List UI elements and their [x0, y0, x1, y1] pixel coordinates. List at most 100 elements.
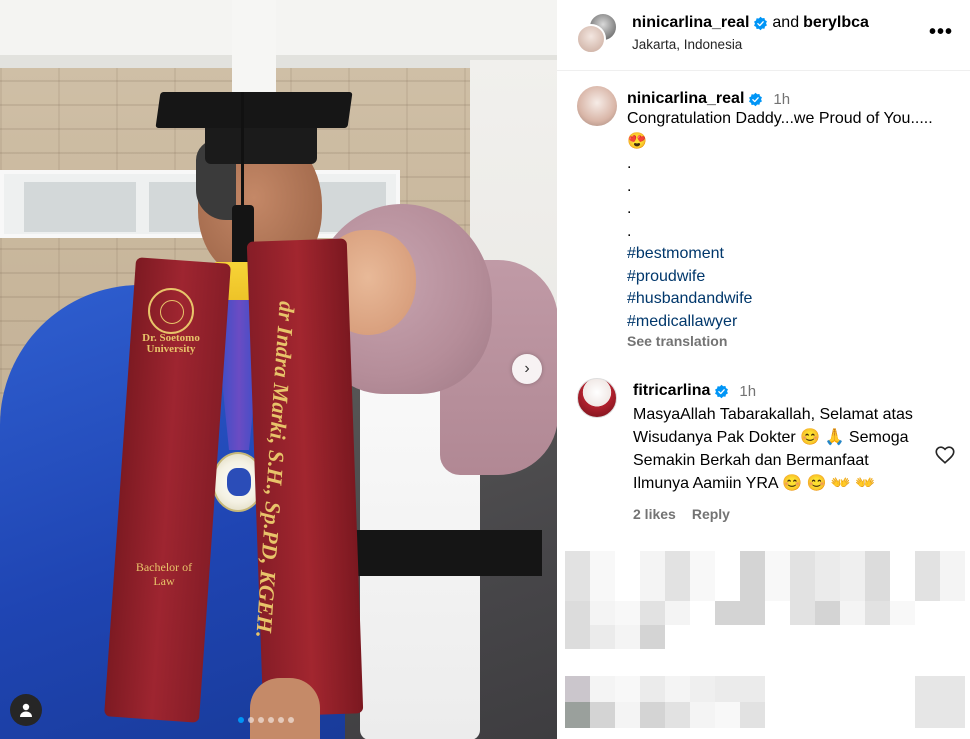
verified-badge-icon: [749, 92, 763, 106]
blur-pixel: [690, 601, 715, 625]
comment-header: fitricarlina 1h: [633, 382, 915, 400]
blur-pixel: [590, 601, 615, 625]
post-side-panel: ninicarlina_real and berylbca Jakarta, I…: [557, 0, 970, 739]
blur-pixel: [715, 702, 740, 728]
verified-badge-icon: [754, 16, 768, 30]
blur-pixel: [865, 601, 890, 625]
caption-header: ninicarlina_real 1h: [627, 90, 967, 108]
blur-pixel: [740, 676, 765, 702]
blur-pixel: [615, 601, 640, 625]
blur-pixel: [640, 676, 665, 702]
blur-pixel: [615, 625, 640, 649]
username-link[interactable]: ninicarlina_real: [627, 90, 744, 108]
stole-degree-text: Bachelor of Law: [135, 560, 193, 588]
carousel-dot-active: [238, 717, 244, 723]
caption-dot: .: [627, 200, 632, 217]
caption-dot: .: [627, 177, 632, 195]
collab-avatars[interactable]: [576, 12, 620, 56]
tassel-cord: [241, 92, 244, 212]
comment-body: fitricarlina 1h MasyaAllah Tabarakallah,…: [633, 382, 915, 522]
blur-pixel: [740, 702, 765, 728]
blur-pixel: [840, 551, 865, 601]
username-link[interactable]: fitricarlina: [633, 382, 710, 400]
likes-count[interactable]: 2 likes: [633, 506, 676, 522]
blur-pixel: [765, 601, 790, 625]
white-pillar: [232, 0, 276, 100]
hashtag-link[interactable]: #medicallawyer: [627, 311, 967, 334]
post-header: ninicarlina_real and berylbca Jakarta, I…: [557, 0, 970, 71]
blur-pixel: [565, 676, 590, 702]
blur-pixel: [690, 676, 715, 702]
blur-pixel: [715, 601, 740, 625]
university-seal: [148, 288, 194, 334]
blur-pixel: [890, 601, 915, 625]
next-slide-button[interactable]: ›: [512, 354, 542, 384]
blur-pixel: [590, 625, 615, 649]
blurred-comments: [565, 543, 970, 739]
comment-actions: 2 likes Reply: [633, 506, 915, 522]
user-tag-icon: [20, 703, 32, 717]
blur-pixel: [590, 702, 615, 728]
blur-pixel: [740, 601, 765, 625]
carousel-dot: [268, 717, 274, 723]
caption-body: ninicarlina_real 1h Congratulation Daddy…: [627, 90, 967, 349]
blur-pixel: [890, 551, 915, 601]
blur-pixel: [665, 601, 690, 625]
caption-text: Congratulation Daddy...we Proud of You..…: [627, 110, 933, 127]
blur-pixel: [690, 702, 715, 728]
blur-pixel: [590, 676, 615, 702]
chevron-right-icon: ›: [524, 360, 530, 377]
blur-pixel: [765, 551, 790, 601]
more-options-button[interactable]: •••: [929, 22, 953, 42]
blur-pixel: [715, 551, 740, 601]
blur-pixel: [740, 551, 765, 601]
see-translation-link[interactable]: See translation: [627, 333, 967, 349]
hashtag-link[interactable]: #proudwife: [627, 266, 967, 289]
blur-pixel: [665, 551, 690, 601]
caption-dot: .: [627, 155, 632, 172]
blur-pixel: [565, 551, 590, 601]
carousel-dot: [248, 717, 254, 723]
blur-pixel: [615, 702, 640, 728]
heart-outline-icon[interactable]: [934, 444, 956, 466]
username-link[interactable]: berylbca: [803, 14, 869, 32]
hashtag-link[interactable]: #bestmoment: [627, 243, 967, 266]
comment-text: MasyaAllah Tabarakallah, Selamat atas Wi…: [633, 406, 913, 492]
blur-pixel: [665, 676, 690, 702]
blur-pixel: [640, 702, 665, 728]
more-horizontal-icon: •••: [929, 21, 954, 43]
carousel-dots: [238, 717, 294, 723]
carousel-dot: [258, 717, 264, 723]
blur-pixel: [590, 551, 615, 601]
blur-pixel: [815, 601, 840, 625]
timestamp[interactable]: 1h: [773, 91, 790, 108]
blur-pixel: [640, 601, 665, 625]
blur-pixel: [690, 551, 715, 601]
mortarboard-cap: [155, 92, 353, 128]
avatar-ninicarlina[interactable]: [576, 24, 606, 54]
timestamp[interactable]: 1h: [739, 383, 756, 400]
post-photo[interactable]: Dr. Soetomo University Bachelor of Law d…: [0, 0, 557, 739]
and-text: and: [772, 14, 800, 31]
avatar[interactable]: [577, 378, 617, 418]
blur-pixel: [565, 625, 590, 649]
location-link[interactable]: Jakarta, Indonesia: [632, 37, 742, 52]
username-link[interactable]: ninicarlina_real: [632, 14, 749, 32]
header-usernames: ninicarlina_real and berylbca: [632, 14, 869, 32]
blur-pixel: [865, 551, 890, 601]
hashtag-link[interactable]: #husbandandwife: [627, 288, 967, 311]
blur-pixel: [790, 551, 815, 601]
stole-university-text: Dr. Soetomo University: [142, 332, 200, 355]
reply-button[interactable]: Reply: [692, 506, 730, 522]
blur-pixel: [640, 625, 665, 649]
blur-pixel: [790, 601, 815, 625]
blur-pixel: [565, 702, 590, 728]
caption-emoji: 😍: [627, 132, 647, 150]
user-tag-button[interactable]: [10, 694, 42, 726]
verified-badge-icon: [715, 384, 729, 398]
carousel-dot: [278, 717, 284, 723]
blur-pixel: [615, 551, 640, 601]
blur-pixel: [640, 551, 665, 601]
carousel-dot: [288, 717, 294, 723]
avatar[interactable]: [577, 86, 617, 126]
